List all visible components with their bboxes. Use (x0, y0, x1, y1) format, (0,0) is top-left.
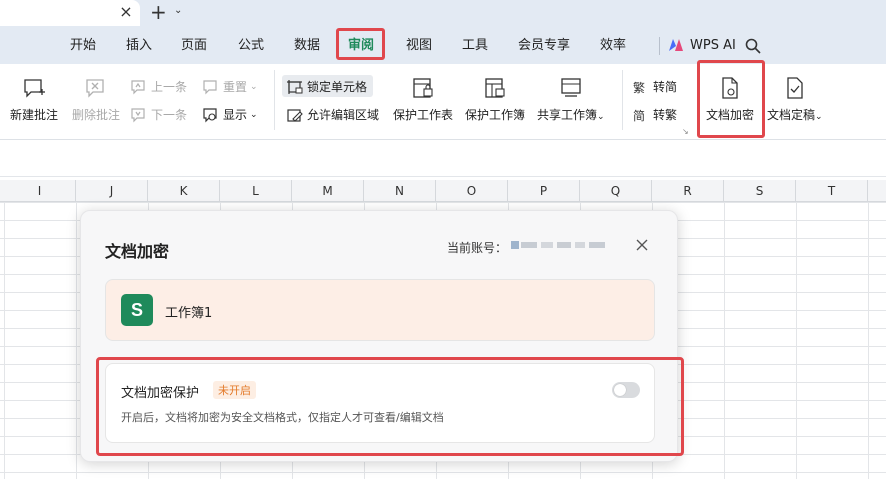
show-button[interactable]: 显示 ⌄ (202, 106, 258, 123)
lock-cell-button[interactable]: 锁定单元格 (286, 78, 367, 95)
prev-comment-icon (131, 79, 145, 94)
next-comment-label: 下一条 (151, 108, 188, 122)
show-dropdown-icon: ⌄ (250, 109, 258, 120)
doc-finalize-icon (787, 77, 803, 99)
protect-sheet-button[interactable]: 保护工作表 (393, 76, 453, 123)
menu-wps-ai[interactable]: WPS AI (690, 38, 736, 54)
share-workbook-icon (561, 78, 581, 97)
to-simplified-icon: 繁 (633, 80, 645, 95)
to-traditional-label: 转繁 (653, 108, 678, 122)
column-header[interactable]: T (796, 180, 868, 202)
show-label: 显示 (223, 108, 248, 122)
allow-edit-range-button[interactable]: 允许编辑区域 (286, 106, 379, 123)
column-header[interactable]: M (292, 180, 364, 202)
lock-cell-icon (287, 79, 303, 94)
to-simplified-button[interactable]: 繁 转简 (632, 78, 677, 95)
group-launcher-icon[interactable]: ↘ (682, 127, 689, 136)
column-header[interactable]: L (220, 180, 292, 202)
review-tab-highlight (336, 28, 385, 60)
file-card: S 工作簿1 (105, 279, 655, 341)
svg-text:繁: 繁 (633, 80, 645, 95)
share-dropdown-icon: ⌄ (597, 112, 605, 122)
protect-workbook-button[interactable]: 保护工作簿 (465, 76, 525, 123)
column-header[interactable]: I (4, 180, 76, 202)
menu-formula[interactable]: 公式 (238, 38, 264, 54)
tab-close-icon[interactable]: × (118, 2, 134, 22)
menu-insert[interactable]: 插入 (126, 38, 152, 54)
new-comment-icon (24, 79, 45, 98)
protect-sheet-icon (413, 78, 433, 98)
to-simplified-label: 转简 (653, 80, 678, 94)
column-header-row: I J K L M N O P Q R S T (0, 180, 886, 202)
next-comment-button[interactable]: 下一条 (130, 106, 187, 123)
share-workbook-label: 共享工作簿 (537, 108, 598, 122)
spreadsheet-file-icon: S (121, 294, 153, 326)
column-header[interactable]: Q (580, 180, 652, 202)
document-tab[interactable]: × (0, 0, 140, 26)
column-header[interactable]: R (652, 180, 724, 202)
new-comment-label: 新建批注 (10, 108, 59, 122)
menu-data[interactable]: 数据 (294, 38, 320, 54)
formula-bar[interactable] (0, 141, 886, 177)
new-tab-dropdown-icon[interactable]: ⌄ (174, 5, 182, 16)
reset-dropdown-icon: ⌄ (250, 81, 258, 92)
show-comment-icon (203, 107, 217, 122)
delete-comment-button[interactable]: 删除批注 (72, 76, 120, 123)
protect-sheet-label: 保护工作表 (393, 108, 454, 122)
title-bar: × + ⌄ (0, 0, 886, 26)
delete-comment-icon (86, 79, 104, 98)
column-header[interactable]: O (436, 180, 508, 202)
allow-edit-range-label: 允许编辑区域 (307, 108, 380, 122)
allow-edit-icon (287, 108, 303, 122)
menu-divider (659, 37, 660, 55)
reset-icon (203, 79, 217, 94)
menu-home[interactable]: 开始 (70, 38, 96, 54)
ribbon-divider (274, 70, 275, 130)
new-tab-icon[interactable]: + (150, 0, 167, 24)
column-header[interactable]: K (148, 180, 220, 202)
column-header[interactable]: P (508, 180, 580, 202)
wps-ai-icon (669, 39, 683, 51)
to-traditional-icon: 简 (633, 109, 645, 123)
doc-finalize-button[interactable]: 文档定稿⌄ (767, 76, 823, 123)
menu-efficiency[interactable]: 效率 (600, 38, 626, 54)
prev-comment-button[interactable]: 上一条 (130, 78, 187, 95)
doc-finalize-label: 文档定稿 (767, 108, 816, 122)
column-header[interactable]: N (364, 180, 436, 202)
protect-workbook-label: 保护工作簿 (465, 108, 526, 122)
column-header[interactable]: J (76, 180, 148, 202)
protect-workbook-icon (485, 78, 505, 98)
column-header[interactable]: S (724, 180, 796, 202)
menu-view[interactable]: 视图 (406, 38, 432, 54)
new-comment-button[interactable]: 新建批注 (10, 76, 58, 123)
doc-encrypt-highlight (697, 60, 765, 138)
search-icon[interactable] (744, 37, 762, 55)
reset-label: 重置 (223, 80, 248, 94)
doc-finalize-dropdown-icon: ⌄ (815, 112, 823, 122)
next-comment-icon (131, 107, 145, 122)
menu-tools[interactable]: 工具 (462, 38, 488, 54)
dialog-title: 文档加密 (105, 242, 170, 261)
ribbon-divider-2 (622, 70, 623, 130)
account-label: 当前账号： (447, 241, 508, 255)
close-icon[interactable] (635, 238, 649, 252)
svg-text:简: 简 (633, 109, 645, 123)
file-name: 工作簿1 (165, 306, 213, 321)
menu-member[interactable]: 会员专享 (518, 38, 570, 54)
menu-page[interactable]: 页面 (181, 38, 207, 54)
reset-button[interactable]: 重置 ⌄ (202, 78, 258, 95)
protection-highlight (96, 357, 684, 456)
to-traditional-button[interactable]: 简 转繁 (632, 106, 677, 123)
share-workbook-button[interactable]: 共享工作簿⌄ (537, 76, 605, 123)
lock-cell-label: 锁定单元格 (307, 80, 368, 94)
account-value-blurred (511, 241, 605, 249)
delete-comment-label: 删除批注 (72, 108, 121, 122)
prev-comment-label: 上一条 (151, 80, 188, 94)
